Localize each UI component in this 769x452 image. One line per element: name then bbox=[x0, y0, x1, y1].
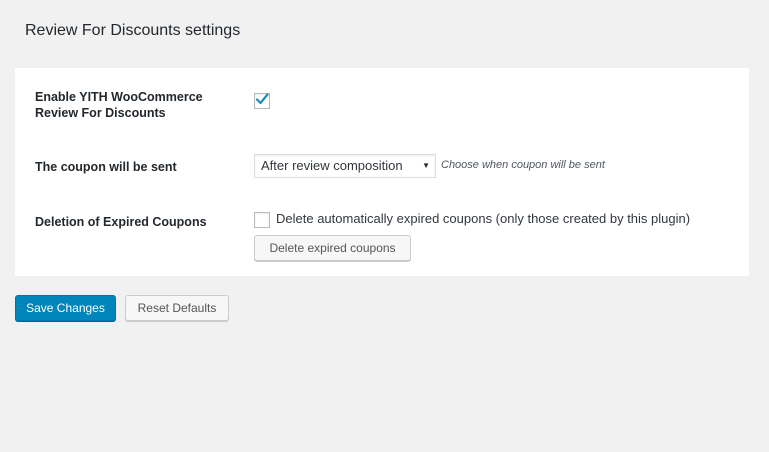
coupon-sent-description: Choose when coupon will be sent bbox=[441, 159, 605, 171]
coupon-sent-select[interactable]: After review composition ▼ bbox=[254, 154, 436, 178]
coupon-sent-selected-value: After review composition bbox=[261, 158, 403, 173]
delete-expired-checkbox[interactable] bbox=[254, 212, 270, 228]
reset-defaults-button[interactable]: Reset Defaults bbox=[125, 295, 229, 321]
enable-plugin-label: Enable YITH WooCommerce Review For Disco… bbox=[35, 90, 203, 120]
save-changes-button[interactable]: Save Changes bbox=[15, 295, 116, 321]
enable-plugin-checkbox[interactable] bbox=[254, 93, 270, 109]
settings-panel: Enable YITH WooCommerce Review For Disco… bbox=[15, 68, 749, 276]
dropdown-arrow-icon: ▼ bbox=[422, 161, 430, 170]
delete-expired-coupons-button[interactable]: Delete expired coupons bbox=[254, 235, 411, 261]
page-title: Review For Discounts settings bbox=[25, 22, 241, 39]
deletion-expired-label: Deletion of Expired Coupons bbox=[35, 215, 207, 229]
delete-expired-checkbox-label[interactable]: Delete automatically expired coupons (on… bbox=[276, 211, 690, 226]
coupon-sent-label: The coupon will be sent bbox=[35, 160, 177, 174]
checkmark-icon bbox=[255, 93, 269, 105]
